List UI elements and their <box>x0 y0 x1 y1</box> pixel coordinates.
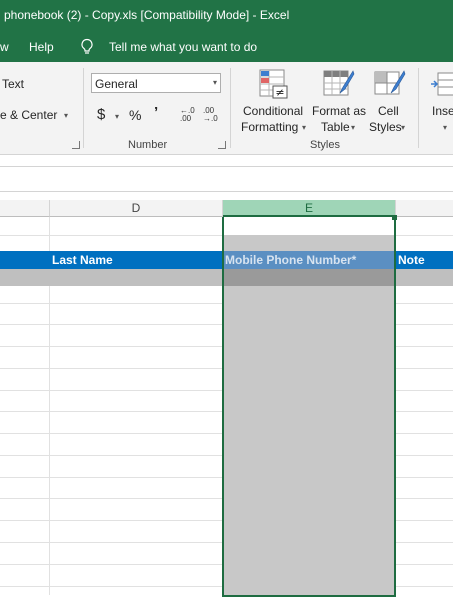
number-format-value: General <box>95 77 138 91</box>
styles-group-label: Styles <box>310 139 340 151</box>
number-group-label: Number <box>128 139 168 151</box>
conditional-formatting-icon: ≠ <box>259 69 289 102</box>
chevron-down-icon: ▾ <box>443 123 448 132</box>
percent-style-button[interactable]: % <box>129 107 141 123</box>
group-separator <box>230 68 231 148</box>
window-title: phonebook (2) - Copy.xls [Compatibility … <box>4 8 290 22</box>
conditional-formatting-label-1: Conditional <box>243 104 304 118</box>
chevron-down-icon: ▾ <box>302 123 307 132</box>
menu-item-view[interactable]: w <box>0 40 9 54</box>
group-separator <box>83 68 84 148</box>
number-dialog-launcher-icon[interactable] <box>218 141 226 149</box>
comma-style-button[interactable]: ’ <box>154 104 158 121</box>
ribbon: Text e & Center ▾ General ▾ $ ▾ % ’ ←.0 … <box>0 62 453 155</box>
increase-decimal-button[interactable]: ←.0 .00 <box>180 107 195 123</box>
alignment-dialog-launcher-icon[interactable] <box>72 141 80 149</box>
format-as-table-icon <box>323 69 355 102</box>
format-as-table-button[interactable]: Format as Table ▾ <box>311 67 367 137</box>
conditional-formatting-label-2: Formatting <box>241 120 299 134</box>
svg-text:≠: ≠ <box>275 86 284 99</box>
column-header-f[interactable] <box>396 200 453 217</box>
chevron-down-icon: ▾ <box>351 123 356 132</box>
tell-me-search[interactable]: Tell me what you want to do <box>109 40 257 54</box>
header-cell-last-name[interactable]: Last Name <box>52 253 113 267</box>
insert-cells-button[interactable]: Inse ▾ <box>426 67 453 137</box>
cell-styles-label-2: Styles <box>369 120 402 134</box>
cell-styles-button[interactable]: Cell Styles ▾ <box>367 67 411 137</box>
selection-border <box>222 217 396 597</box>
wrap-text-button[interactable]: Text <box>2 77 24 91</box>
title-bar: phonebook (2) - Copy.xls [Compatibility … <box>0 0 453 32</box>
insert-cells-icon <box>430 69 453 102</box>
group-separator <box>418 68 419 148</box>
menu-item-help[interactable]: Help <box>29 40 54 54</box>
chevron-down-icon: ▾ <box>401 123 406 132</box>
conditional-formatting-button[interactable]: ≠ Conditional Formatting ▾ <box>241 67 309 137</box>
chevron-down-icon: ▾ <box>212 78 217 87</box>
insert-cells-label: Inse <box>432 104 453 118</box>
chevron-down-icon[interactable]: ▾ <box>64 111 68 120</box>
decrease-decimal-button[interactable]: .00 →.0 <box>203 107 218 123</box>
currency-format-button[interactable]: $ <box>97 106 105 123</box>
format-as-table-label-2: Table <box>321 120 350 134</box>
menu-bar: w Help Tell me what you want to do <box>0 32 453 62</box>
worksheet-grid[interactable]: D E Last Name Note Mobile Phone Number* <box>0 200 453 597</box>
number-format-dropdown[interactable]: General ▾ <box>91 73 221 93</box>
merge-center-button[interactable]: e & Center <box>0 108 57 122</box>
formula-bar[interactable] <box>0 166 453 192</box>
header-cell-note[interactable]: Note <box>398 253 425 267</box>
column-header-d[interactable]: D <box>50 200 223 217</box>
column-header-c[interactable] <box>0 200 50 217</box>
chevron-down-icon[interactable]: ▾ <box>115 112 119 121</box>
column-header-e[interactable]: E <box>223 200 396 217</box>
lightbulb-icon <box>80 38 94 59</box>
fill-handle[interactable] <box>392 215 397 220</box>
cell-styles-icon <box>374 69 406 102</box>
cell-styles-label-1: Cell <box>378 104 399 118</box>
format-as-table-label-1: Format as <box>312 104 367 118</box>
